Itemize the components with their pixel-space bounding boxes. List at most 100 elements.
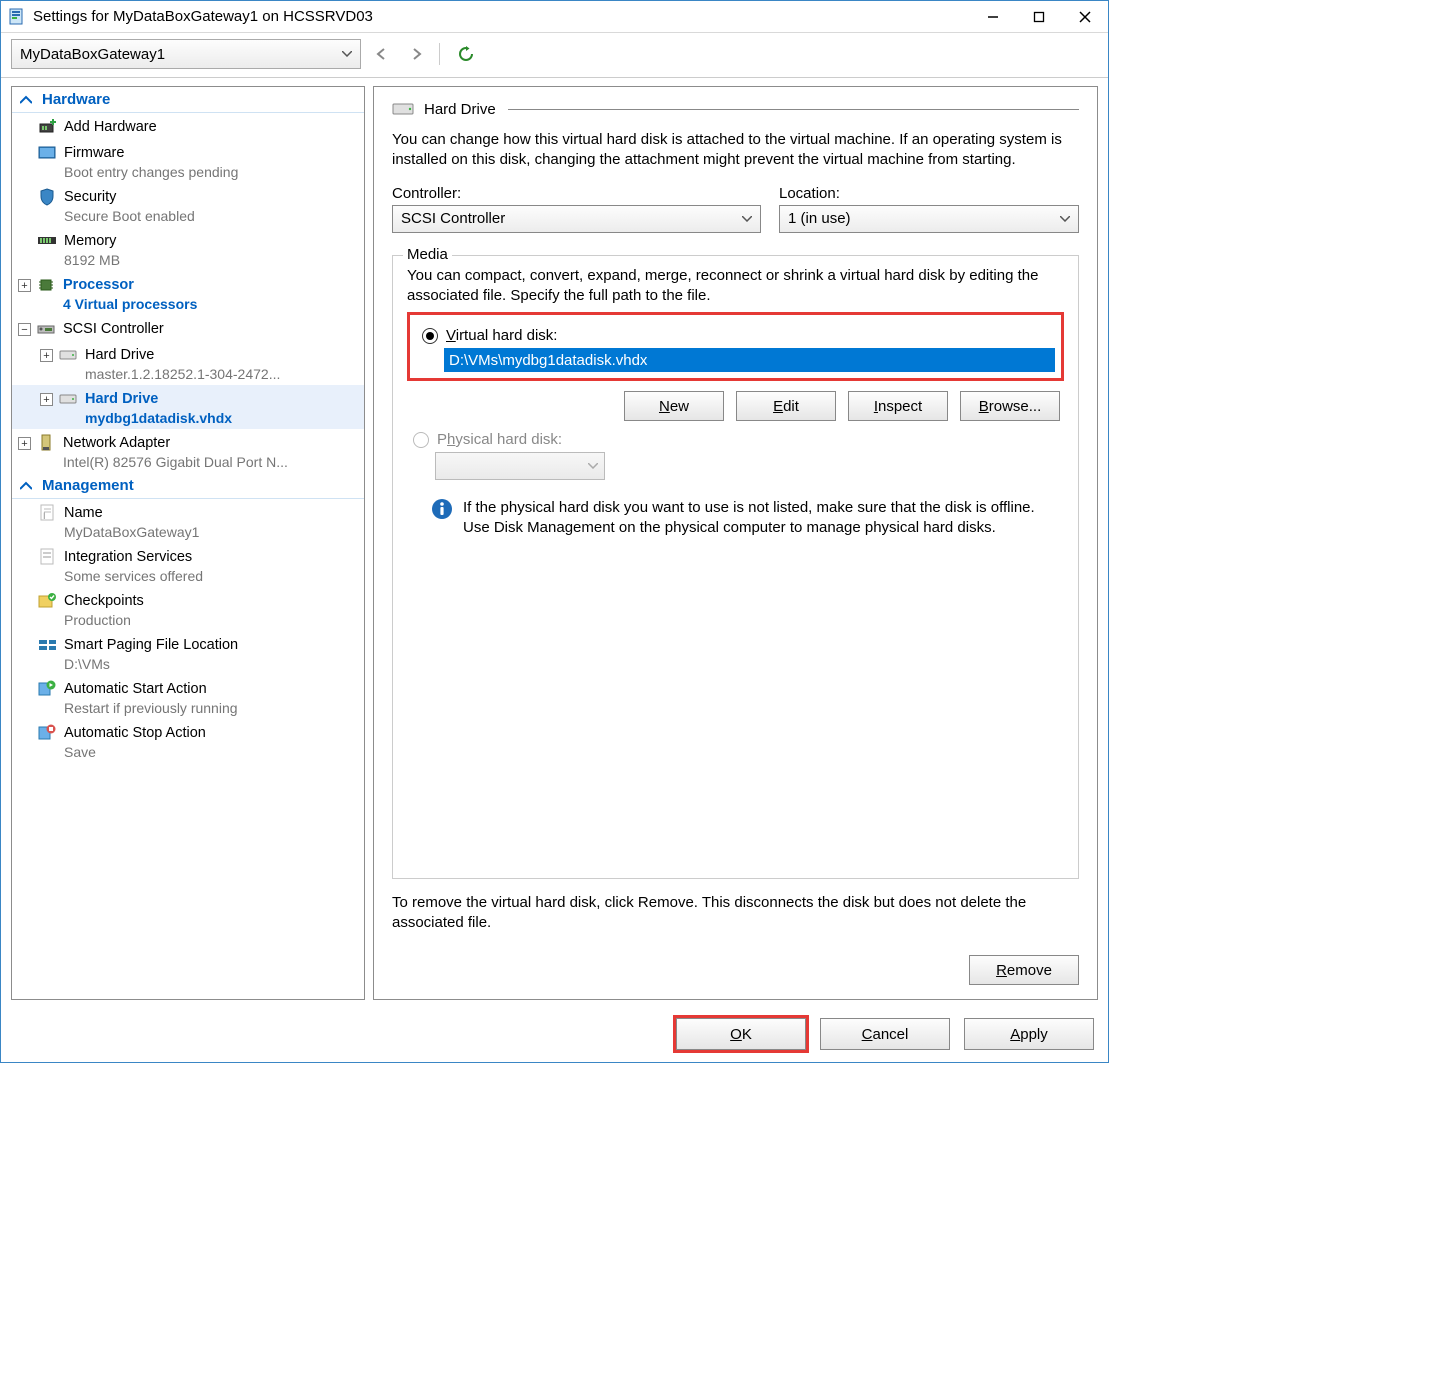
toolbar-separator [439, 43, 440, 65]
inspect-button[interactable]: Inspect [848, 391, 948, 421]
harddrive-icon [59, 390, 77, 408]
physical-radio-row: Physical hard disk: [413, 431, 1064, 448]
location-select[interactable]: 1 (in use) [779, 205, 1079, 233]
panel-rule [508, 109, 1079, 110]
label: Smart Paging File Location [64, 636, 238, 655]
tree-item-processor[interactable]: + Processor 4 Virtual processors [12, 271, 364, 315]
chevron-down-icon [342, 51, 352, 57]
autostart-icon [38, 680, 56, 698]
chevron-down-icon [742, 216, 752, 222]
radio-unselected-icon [413, 432, 429, 448]
tree-item-integration[interactable]: Integration Services Some services offer… [12, 543, 364, 587]
controller-select[interactable]: SCSI Controller [392, 205, 761, 233]
tree-item-harddrive-1[interactable]: + Hard Drive master.1.2.18252.1-304-2472… [12, 341, 364, 385]
tree-item-harddrive-2[interactable]: + Hard Drive mydbg1datadisk.vhdx [12, 385, 364, 429]
nav-forward-button[interactable] [401, 40, 433, 68]
tree-item-smart-paging[interactable]: Smart Paging File Location D:\VMs [12, 631, 364, 675]
new-button[interactable]: New [624, 391, 724, 421]
label: Security [64, 188, 195, 207]
management-section-header[interactable]: Management [12, 473, 364, 499]
sublabel: Intel(R) 82576 Gigabit Dual Port N... [63, 453, 288, 471]
maximize-button[interactable] [1016, 2, 1062, 32]
expander-icon[interactable]: + [18, 437, 31, 450]
remove-button[interactable]: Remove [969, 955, 1079, 985]
radio-selected-icon [422, 328, 438, 344]
tree-item-scsi[interactable]: − SCSI Controller [12, 315, 364, 341]
tree-item-autostop[interactable]: Automatic Stop Action Save [12, 719, 364, 763]
label: Automatic Start Action [64, 680, 238, 699]
label: Memory [64, 232, 120, 251]
tree-item-name[interactable]: I Name MyDataBoxGateway1 [12, 499, 364, 543]
label: Network Adapter [63, 434, 288, 453]
checkpoint-icon [38, 592, 56, 610]
panel-header: Hard Drive [392, 101, 1079, 118]
titlebar: Settings for MyDataBoxGateway1 on HCSSRV… [1, 1, 1108, 33]
settings-window: Settings for MyDataBoxGateway1 on HCSSRV… [0, 0, 1109, 1063]
apply-button[interactable]: Apply [964, 1018, 1094, 1050]
controller-location-row: Controller: SCSI Controller Location: 1 … [392, 185, 1079, 233]
refresh-button[interactable] [450, 40, 482, 68]
browse-button[interactable]: Browse... [960, 391, 1060, 421]
vm-selector-value: MyDataBoxGateway1 [20, 46, 165, 63]
sublabel: D:\VMs [64, 655, 238, 673]
detail-panel: Hard Drive You can change how this virtu… [373, 86, 1098, 1000]
expander-icon[interactable]: + [40, 349, 53, 362]
tree-item-autostart[interactable]: Automatic Start Action Restart if previo… [12, 675, 364, 719]
toolbar: MyDataBoxGateway1 [1, 33, 1108, 78]
label: Add Hardware [64, 118, 157, 137]
tree-item-add-hardware[interactable]: Add Hardware [12, 113, 364, 139]
sublabel: master.1.2.18252.1-304-2472... [85, 365, 280, 383]
integration-icon [38, 548, 56, 566]
vhd-highlight: Virtual hard disk: D:\VMs\mydbg1datadisk… [407, 312, 1064, 381]
firmware-icon [38, 144, 56, 162]
dialog-button-bar: OK Cancel Apply [1, 1008, 1108, 1062]
settings-tree: Hardware Add Hardware Firmware Boot entr… [11, 86, 365, 1000]
management-section-label: Management [42, 477, 134, 494]
physical-disk-select [435, 452, 605, 480]
label: Automatic Stop Action [64, 724, 206, 743]
tree-item-memory[interactable]: Memory 8192 MB [12, 227, 364, 271]
sublabel: MyDataBoxGateway1 [64, 523, 199, 541]
controller-value: SCSI Controller [401, 210, 505, 227]
phys-radio-label: Physical hard disk: [437, 431, 562, 448]
network-icon [37, 434, 55, 452]
expander-icon[interactable]: − [18, 323, 31, 336]
edit-button[interactable]: Edit [736, 391, 836, 421]
tree-item-firmware[interactable]: Firmware Boot entry changes pending [12, 139, 364, 183]
label: Name [64, 504, 199, 523]
vhd-radio-row[interactable]: Virtual hard disk: [422, 327, 1055, 344]
chevron-down-icon [588, 463, 598, 469]
remove-description: To remove the virtual hard disk, click R… [392, 893, 1079, 934]
vhd-path-input[interactable]: D:\VMs\mydbg1datadisk.vhdx [444, 348, 1055, 372]
close-button[interactable] [1062, 2, 1108, 32]
expander-icon[interactable]: + [18, 279, 31, 292]
phys-info-row: If the physical hard disk you want to us… [431, 498, 1060, 539]
label: Hard Drive [85, 390, 232, 409]
location-col: Location: 1 (in use) [779, 185, 1079, 233]
media-description: You can compact, convert, expand, merge,… [407, 266, 1064, 307]
label: Checkpoints [64, 592, 144, 611]
ok-button[interactable]: OK [676, 1018, 806, 1050]
minimize-button[interactable] [970, 2, 1016, 32]
label: Firmware [64, 144, 238, 163]
cancel-button[interactable]: Cancel [820, 1018, 950, 1050]
tree-item-checkpoints[interactable]: Checkpoints Production [12, 587, 364, 631]
shield-icon [38, 188, 56, 206]
vhd-radio-label: Virtual hard disk: [446, 327, 557, 344]
main-split: Hardware Add Hardware Firmware Boot entr… [1, 78, 1108, 1008]
nav-back-button[interactable] [365, 40, 397, 68]
name-tag-icon: I [38, 504, 56, 522]
sublabel: Production [64, 611, 144, 629]
collapse-icon [20, 95, 36, 105]
location-label: Location: [779, 185, 1079, 202]
expander-icon[interactable]: + [40, 393, 53, 406]
harddrive-icon [392, 102, 414, 118]
media-button-row: New Edit Inspect Browse... [407, 391, 1060, 421]
tree-item-network-adapter[interactable]: + Network Adapter Intel(R) 82576 Gigabit… [12, 429, 364, 473]
tree-item-security[interactable]: Security Secure Boot enabled [12, 183, 364, 227]
sublabel: 8192 MB [64, 251, 120, 269]
hardware-section-header[interactable]: Hardware [12, 87, 364, 113]
vm-selector[interactable]: MyDataBoxGateway1 [11, 39, 361, 69]
label: Processor [63, 276, 197, 295]
window-title: Settings for MyDataBoxGateway1 on HCSSRV… [33, 8, 970, 25]
